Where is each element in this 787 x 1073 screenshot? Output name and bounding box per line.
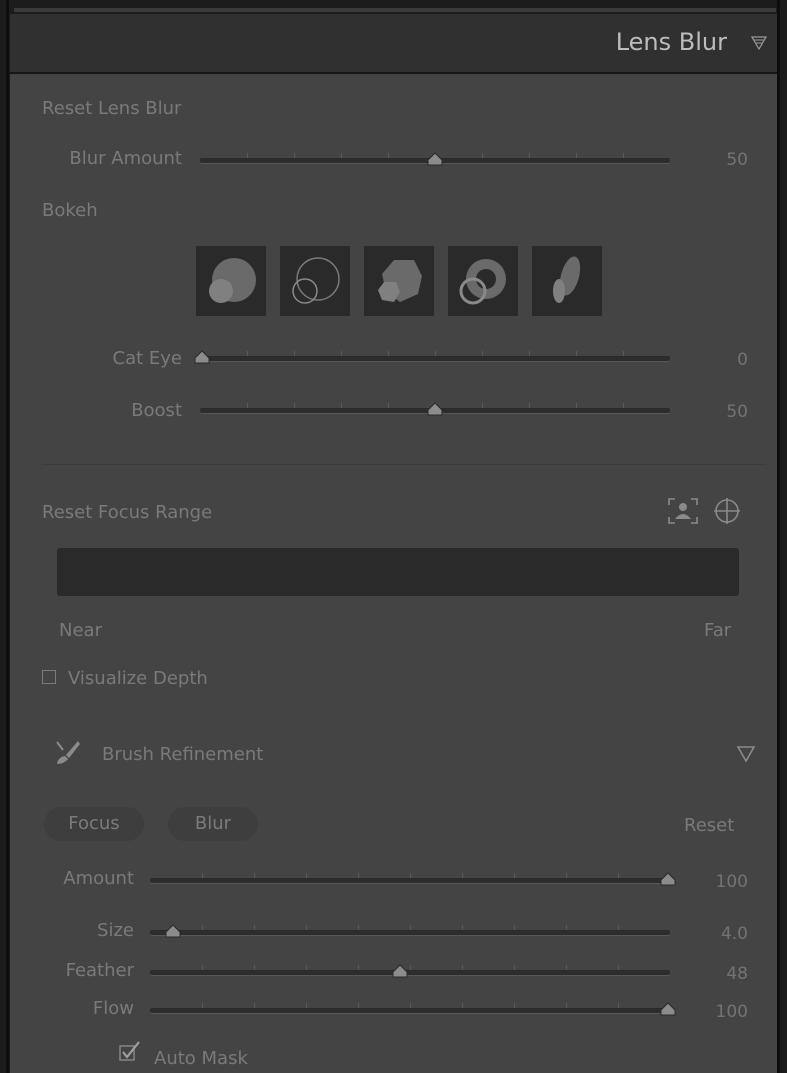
panel-frame <box>6 0 780 1073</box>
